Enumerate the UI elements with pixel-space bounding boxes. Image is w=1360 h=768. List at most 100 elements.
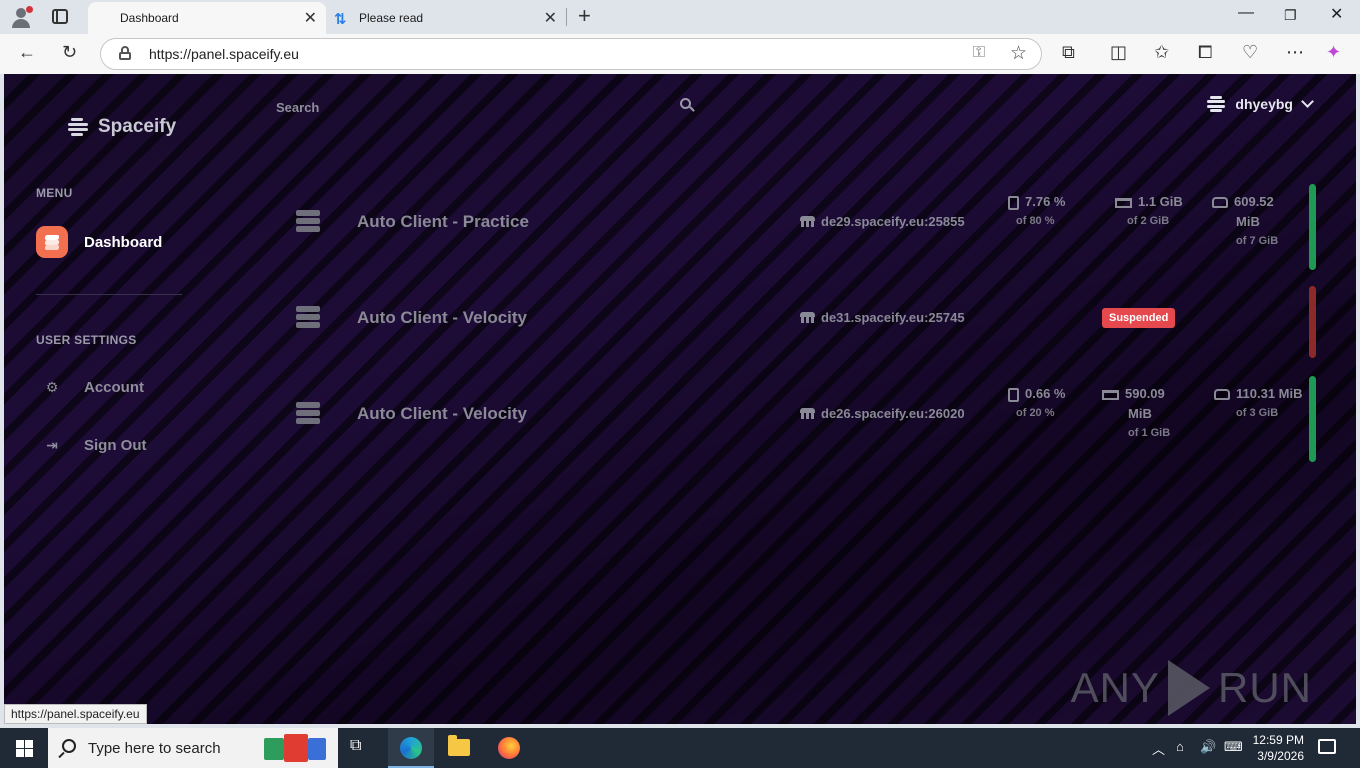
windows-taskbar: Type here to search ⧉ ︿ ⌂ 🔊 ⌨ 12:59 PM 3… bbox=[0, 728, 1360, 768]
clock-date: 3/9/2026 bbox=[1257, 749, 1304, 763]
server-icon bbox=[296, 402, 320, 424]
chevron-down-icon bbox=[1301, 95, 1314, 108]
clock-time: 12:59 PM bbox=[1252, 733, 1304, 747]
edge-icon[interactable] bbox=[400, 737, 422, 759]
cpu-stat: 7.76 % of 80 % bbox=[1008, 192, 1065, 230]
sort-arrows-icon: ⇅ bbox=[334, 11, 347, 28]
memory-icon bbox=[1102, 389, 1119, 400]
close-window-icon[interactable]: ✕ bbox=[1330, 4, 1343, 24]
back-icon[interactable]: ← bbox=[18, 42, 36, 63]
profile-icon[interactable] bbox=[10, 6, 33, 28]
server-address: de31.spaceify.eu:25745 bbox=[800, 310, 965, 325]
cpu-stat: 0.66 % of 20 % bbox=[1008, 384, 1065, 422]
server-name: Auto Client - Velocity bbox=[357, 404, 528, 423]
disk-icon bbox=[1212, 197, 1228, 209]
search-bar[interactable]: Search bbox=[276, 98, 698, 118]
status-badge: Suspended bbox=[1102, 308, 1176, 328]
sidebar-item-account[interactable]: ⚙ Account bbox=[36, 379, 144, 396]
tab-please-read[interactable]: ⇅ Please read ✕ bbox=[328, 2, 566, 34]
system-clock[interactable]: 12:59 PM 3/9/2026 bbox=[1250, 732, 1304, 764]
address-url[interactable]: https://panel.spaceify.eu bbox=[149, 46, 299, 62]
search-input[interactable]: Search bbox=[276, 100, 319, 115]
menu-icon bbox=[1207, 96, 1226, 112]
refresh-icon[interactable]: ↻ bbox=[62, 42, 77, 63]
restore-icon[interactable]: ❐ bbox=[1284, 7, 1297, 24]
lock-icon[interactable] bbox=[119, 46, 131, 60]
task-view-icon[interactable]: ⧉ bbox=[350, 737, 372, 759]
network-tray-icon[interactable]: ⌂ bbox=[1176, 739, 1184, 754]
brand-name: Spaceify bbox=[98, 116, 177, 137]
disk-limit: of 7 GiB bbox=[1236, 235, 1279, 247]
memory-icon bbox=[1115, 197, 1132, 208]
cpu-value: 0.66 % bbox=[1025, 386, 1066, 401]
brand-logo[interactable]: Spaceify bbox=[68, 116, 176, 138]
cpu-limit: of 80 % bbox=[1016, 215, 1055, 227]
browser-essentials-icon[interactable]: ♡ bbox=[1242, 42, 1258, 63]
sidebar-item-sign-out[interactable]: ⇥ Sign Out bbox=[36, 437, 146, 454]
cpu-icon bbox=[1008, 387, 1019, 402]
tab-label: Please read bbox=[359, 11, 424, 25]
minimize-icon[interactable]: — bbox=[1238, 4, 1254, 22]
notifications-icon[interactable] bbox=[1318, 739, 1336, 754]
sidebar-divider bbox=[36, 294, 182, 295]
gift-icon bbox=[264, 734, 328, 762]
tab-dashboard[interactable]: Dashboard ✕ bbox=[88, 2, 326, 34]
collections-icon[interactable]: ⧠ bbox=[1198, 42, 1212, 63]
play-icon bbox=[1168, 660, 1210, 716]
status-indicator bbox=[1309, 376, 1316, 462]
taskbar-search[interactable]: Type here to search bbox=[48, 728, 338, 768]
server-row[interactable]: Auto Client - Velocity de26.spaceify.eu:… bbox=[266, 370, 1316, 462]
cpu-icon bbox=[1008, 195, 1019, 210]
firefox-icon[interactable] bbox=[498, 737, 520, 759]
server-address: de29.spaceify.eu:25855 bbox=[800, 214, 965, 229]
browser-tab-bar: Dashboard ✕ ⇅ Please read ✕ + — ❐ ✕ bbox=[0, 0, 1360, 34]
key-icon[interactable]: ⚿ bbox=[973, 44, 985, 62]
sidebar-item-dashboard[interactable]: Dashboard bbox=[36, 226, 162, 258]
tab-close-icon[interactable]: ✕ bbox=[304, 8, 317, 28]
ram-limit: of 2 GiB bbox=[1127, 215, 1170, 227]
server-row[interactable]: Auto Client - Practice de29.spaceify.eu:… bbox=[266, 178, 1316, 270]
ram-limit: of 1 GiB bbox=[1128, 427, 1171, 439]
server-address: de26.spaceify.eu:26020 bbox=[800, 406, 965, 421]
copilot-icon[interactable]: ✦ bbox=[1326, 42, 1341, 63]
taskbar-search-text: Type here to search bbox=[88, 740, 221, 757]
sidebar-heading-user-settings: USER SETTINGS bbox=[36, 333, 137, 347]
disk-unit: MiB bbox=[1236, 214, 1260, 229]
new-tab-button[interactable]: + bbox=[578, 3, 591, 29]
volume-icon[interactable]: 🔊 bbox=[1200, 739, 1216, 755]
network-icon bbox=[800, 408, 815, 419]
browser-toolbar: ← ↻ https://panel.spaceify.eu ⚿ ☆ ⧉ ◫ ✩ … bbox=[0, 34, 1360, 74]
disk-value: 110.31 MiB bbox=[1236, 386, 1303, 401]
tab-separator bbox=[566, 8, 567, 26]
file-explorer-icon[interactable] bbox=[448, 735, 470, 756]
server-icon bbox=[296, 306, 320, 328]
disk-limit: of 3 GiB bbox=[1236, 407, 1279, 419]
watermark-left: ANY bbox=[1070, 664, 1160, 711]
favorite-star-icon[interactable]: ☆ bbox=[1010, 42, 1027, 65]
ram-value: 590.09 bbox=[1125, 386, 1165, 401]
network-icon bbox=[800, 216, 815, 227]
server-name: Auto Client - Practice bbox=[357, 212, 529, 231]
chevron-up-icon[interactable]: ︿ bbox=[1152, 739, 1165, 758]
sidebar-item-label: Account bbox=[84, 379, 144, 396]
ram-unit: MiB bbox=[1128, 406, 1152, 421]
cpu-limit: of 20 % bbox=[1016, 407, 1055, 419]
ram-stat: 590.09 MiB of 1 GiB bbox=[1102, 384, 1170, 442]
server-row[interactable]: Auto Client - Velocity de31.spaceify.eu:… bbox=[266, 274, 1316, 360]
network-icon bbox=[800, 312, 815, 323]
ram-value: 1.1 GiB bbox=[1138, 194, 1183, 209]
disk-icon bbox=[1214, 389, 1230, 401]
favorites-icon[interactable]: ✩ bbox=[1154, 42, 1169, 63]
split-screen-icon[interactable]: ◫ bbox=[1110, 42, 1127, 63]
more-menu-icon[interactable]: ⋯ bbox=[1286, 42, 1304, 63]
search-icon[interactable] bbox=[680, 98, 695, 112]
user-menu[interactable]: dhyeybg bbox=[1207, 95, 1314, 112]
address-bar[interactable]: https://panel.spaceify.eu ⚿ ☆ bbox=[100, 38, 1042, 70]
tab-close-icon[interactable]: ✕ bbox=[544, 8, 557, 28]
tab-actions-icon[interactable] bbox=[52, 9, 68, 24]
extensions-icon[interactable]: ⧉ bbox=[1062, 42, 1075, 63]
keyboard-icon[interactable]: ⌨ bbox=[1224, 739, 1243, 755]
windows-start-icon[interactable] bbox=[16, 740, 33, 757]
watermark-right: RUN bbox=[1218, 664, 1312, 711]
status-indicator bbox=[1309, 184, 1316, 270]
